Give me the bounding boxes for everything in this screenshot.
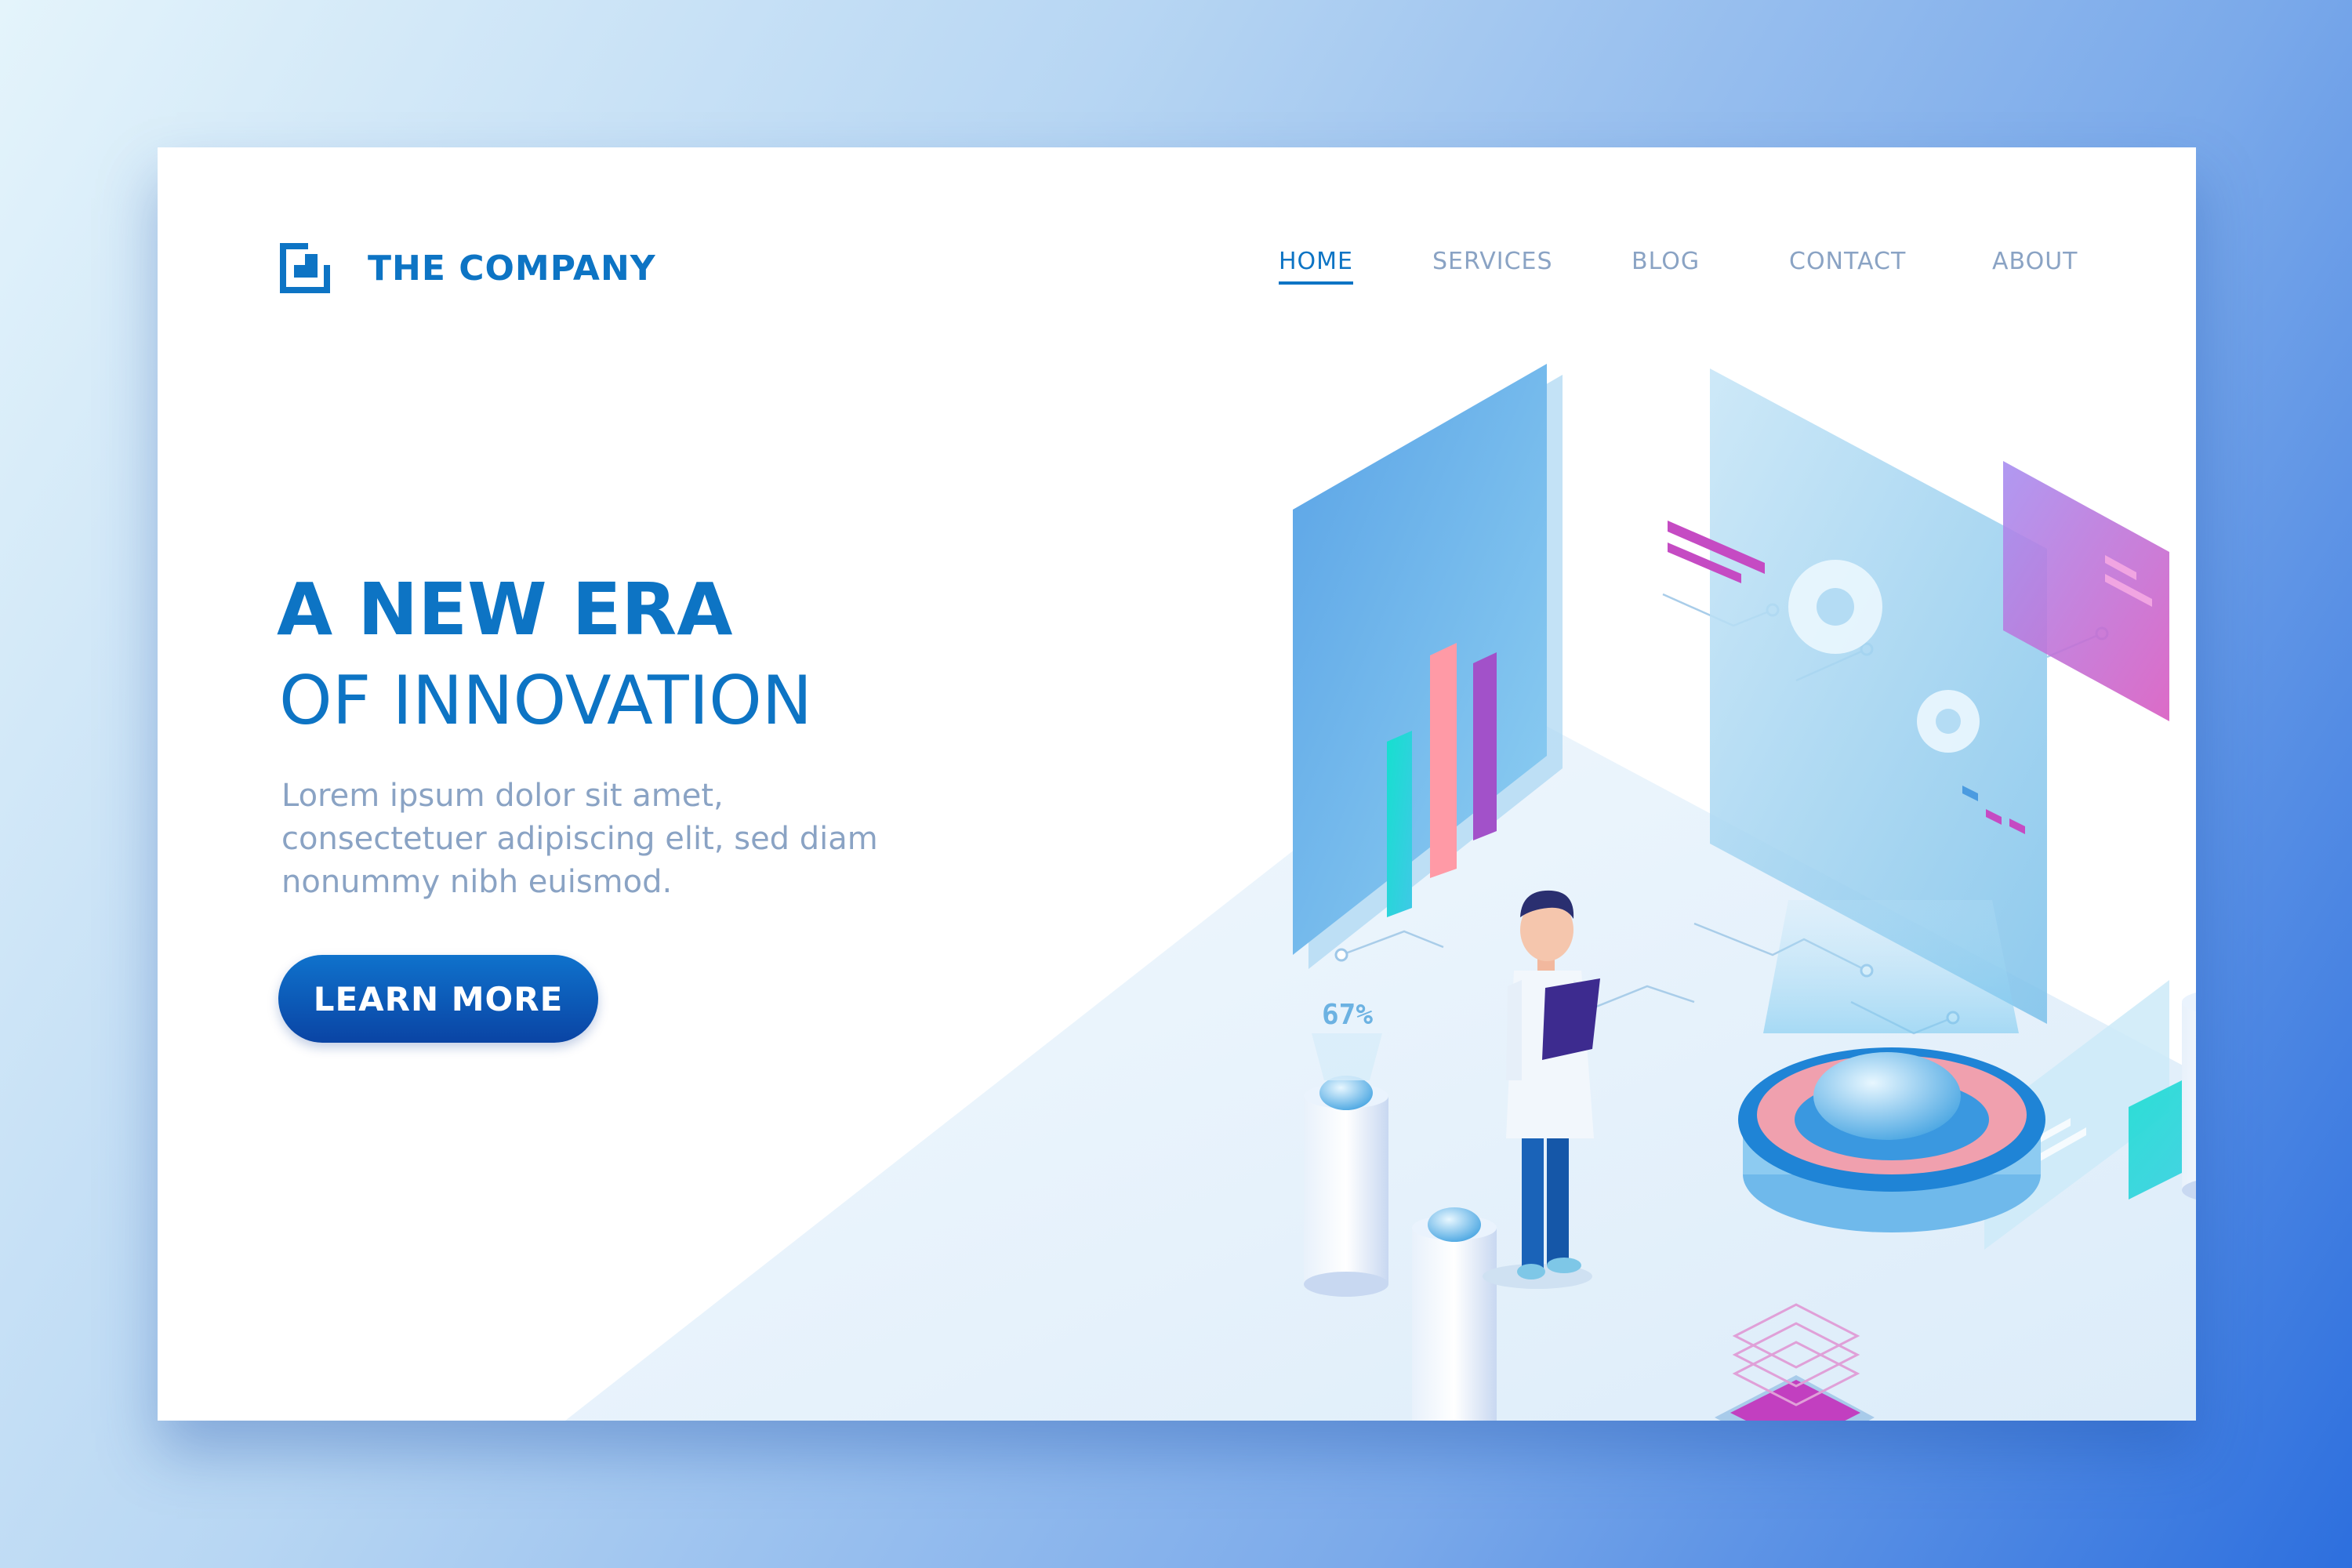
nav-home[interactable]: HOME bbox=[1279, 248, 1354, 285]
nav-active-underline bbox=[1279, 281, 1354, 285]
nav-contact[interactable]: CONTACT bbox=[1789, 248, 1906, 275]
hologram-dome bbox=[1738, 900, 2045, 1232]
progress-readout: 67% bbox=[1312, 999, 1382, 1080]
progress-label: 67% bbox=[1322, 999, 1373, 1031]
bar-chart-panel bbox=[1293, 364, 1563, 969]
hero-subheadline: OF INNOVATION bbox=[279, 662, 813, 740]
hero-headline: A NEW ERA bbox=[277, 568, 733, 652]
isometric-illustration: 67% bbox=[1293, 364, 2196, 1421]
pillar-front bbox=[1412, 1207, 1497, 1421]
landing-card: THE COMPANY HOME SERVICES BLOG CONTACT A… bbox=[158, 147, 2196, 1421]
hero-description: Lorem ipsum dolor sit amet, consectetuer… bbox=[281, 778, 878, 900]
nav-blog[interactable]: BLOG bbox=[1632, 248, 1700, 275]
top-navigation: HOME SERVICES BLOG CONTACT ABOUT bbox=[158, 248, 2196, 295]
scientist-figure bbox=[1483, 890, 1600, 1289]
nav-about[interactable]: ABOUT bbox=[1992, 248, 2078, 275]
learn-more-button[interactable]: LEARN MORE bbox=[278, 955, 598, 1043]
chip-icon bbox=[1715, 1303, 1875, 1421]
nav-home-label: HOME bbox=[1279, 248, 1354, 275]
nav-services[interactable]: SERVICES bbox=[1432, 248, 1553, 275]
pillar-left bbox=[1304, 1076, 1388, 1297]
pillar-right bbox=[2182, 993, 2196, 1200]
